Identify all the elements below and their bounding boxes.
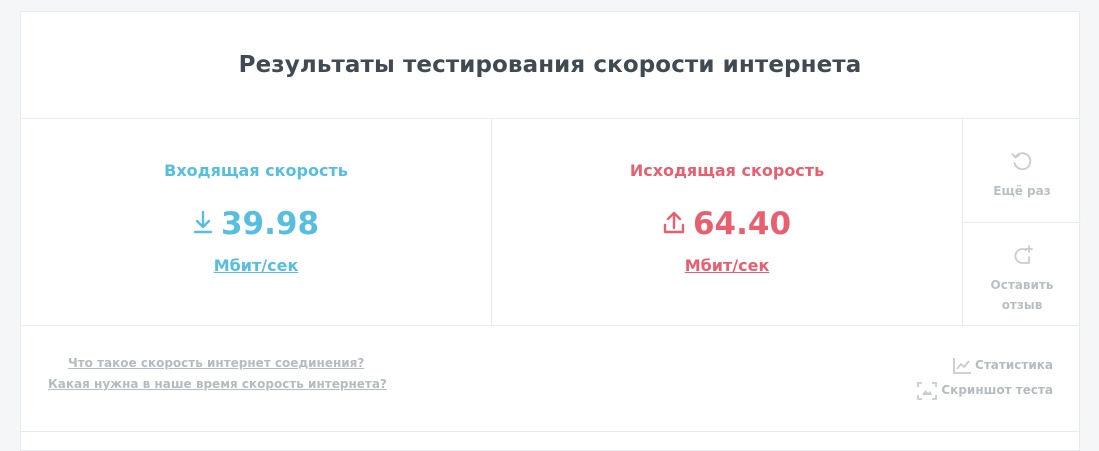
screenshot-label: Скриншот теста <box>941 383 1053 397</box>
download-value: 39.98 <box>220 206 320 242</box>
download-unit-link[interactable]: Мбит/сек <box>214 256 299 275</box>
results-card: Результаты тестирования скорости интерне… <box>20 11 1081 451</box>
upload-label: Исходящая скорость <box>629 161 825 180</box>
download-arrow-icon <box>193 209 213 239</box>
faq-links: Что такое скорость интернет соединения? … <box>48 353 387 395</box>
upload-unit-link[interactable]: Мбит/сек <box>685 256 770 275</box>
upload-arrow-icon <box>663 209 685 239</box>
leave-review-button[interactable]: Оставить отзыв <box>963 223 1081 325</box>
review-label-line-1: Оставить <box>990 278 1054 292</box>
download-panel: Входящая скорость 39.98 Мбит/сек <box>21 119 492 325</box>
review-label-line-2: отзыв <box>1001 298 1043 312</box>
faq-link-what-is-speed[interactable]: Что такое скорость интернет соединения? <box>68 353 387 374</box>
screenshot-icon <box>916 381 938 401</box>
statistics-label: Статистика <box>975 358 1053 372</box>
upload-panel: Исходящая скорость 64.40 Мбит/сек <box>492 119 963 325</box>
chart-icon <box>952 357 972 375</box>
comment-icon <box>1010 243 1034 273</box>
retry-label: Ещё раз <box>993 184 1051 198</box>
footer-section: Что такое скорость интернет соединения? … <box>21 325 1079 432</box>
retry-button[interactable]: Ещё раз <box>963 119 1081 223</box>
statistics-link[interactable]: Статистика <box>916 353 1053 378</box>
refresh-icon <box>1010 149 1034 179</box>
page-title: Результаты тестирования скорости интерне… <box>21 12 1079 119</box>
upload-value: 64.40 <box>692 206 792 242</box>
faq-link-needed-speed[interactable]: Какая нужна в наше время скорость интерн… <box>48 374 387 395</box>
tools-links: Статистика Скриншот теста <box>916 353 1053 403</box>
upload-value-row: 64.40 <box>663 206 791 242</box>
download-label: Входящая скорость <box>164 161 348 180</box>
screenshot-link[interactable]: Скриншот теста <box>916 378 1053 403</box>
download-value-row: 39.98 <box>193 206 319 242</box>
